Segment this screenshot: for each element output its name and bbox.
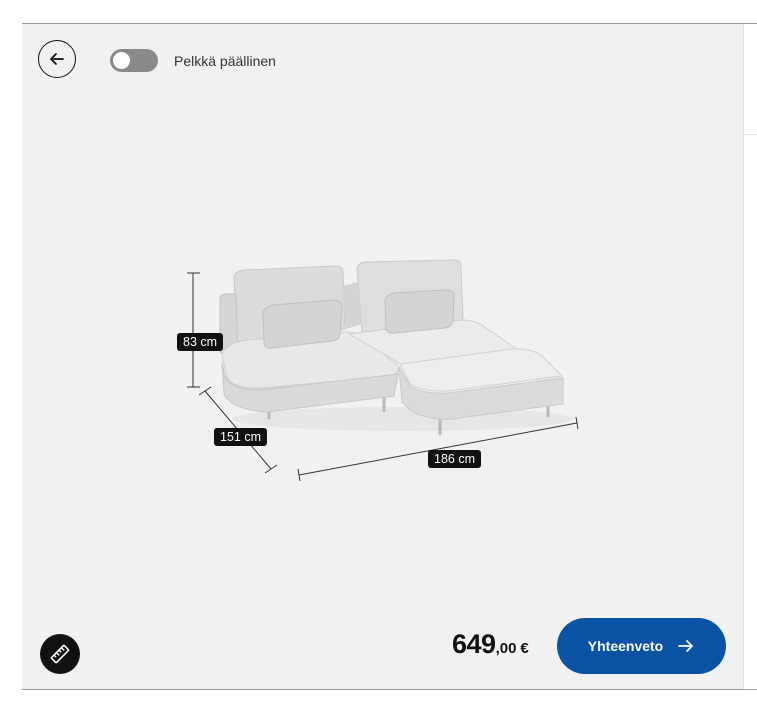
measurements-button[interactable]: [40, 634, 80, 674]
product-viewer[interactable]: Pelkkä päällinen 83 cm 151 cm 186 cm 649…: [22, 24, 743, 689]
depth-dimension-label: 151 cm: [214, 428, 267, 446]
height-dimension-label: 83 cm: [177, 333, 224, 351]
width-dimension-label: 186 cm: [428, 450, 481, 468]
price-currency: €: [520, 640, 529, 657]
side-panel-divider: [744, 134, 757, 135]
side-panel: [743, 24, 757, 689]
summary-button[interactable]: Yhteenveto: [557, 618, 726, 674]
arrow-right-icon: [678, 640, 694, 652]
price-decimal: ,00: [495, 640, 517, 657]
price-integer: 649: [452, 629, 496, 659]
sofa-image: [187, 259, 579, 482]
price: 649,00 €: [452, 629, 529, 660]
summary-button-label: Yhteenveto: [587, 638, 664, 654]
bottom-divider: [22, 689, 757, 690]
ruler-icon: [50, 644, 70, 664]
